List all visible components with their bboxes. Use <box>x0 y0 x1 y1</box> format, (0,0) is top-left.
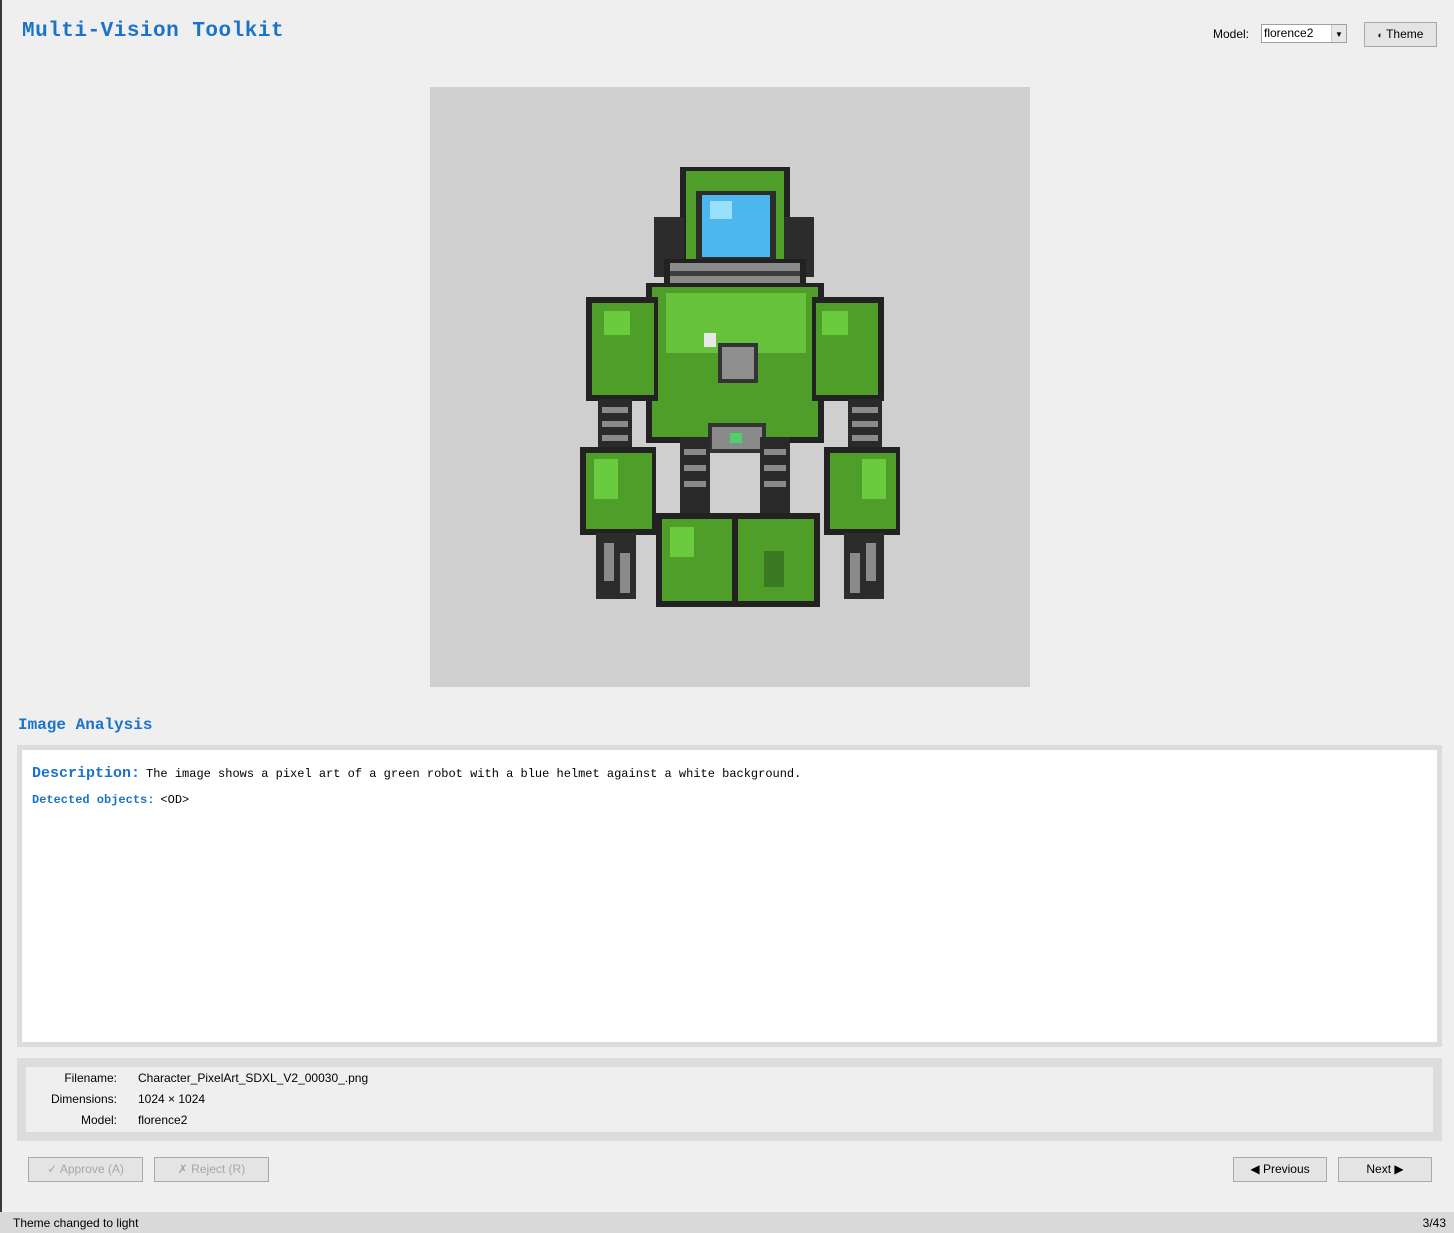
robot-image <box>580 167 900 607</box>
file-info-inner: Filename: Character_PixelArt_SDXL_V2_000… <box>26 1067 1433 1132</box>
description-text: The image shows a pixel art of a green r… <box>146 767 802 781</box>
next-button[interactable]: Next ▶ <box>1338 1157 1432 1182</box>
detected-objects-label: Detected objects: <box>32 793 155 807</box>
filename-row: Filename: Character_PixelArt_SDXL_V2_000… <box>26 1071 1433 1089</box>
analysis-panel: Description: The image shows a pixel art … <box>17 745 1442 1047</box>
status-message: Theme changed to light <box>13 1216 139 1230</box>
app-title: Multi-Vision Toolkit <box>22 20 285 43</box>
previous-button[interactable]: ◀ Previous <box>1233 1157 1327 1182</box>
status-bar: Theme changed to light 3/43 <box>0 1212 1454 1233</box>
image-preview <box>430 87 1030 687</box>
filename-value: Character_PixelArt_SDXL_V2_00030_.png <box>138 1071 369 1085</box>
detected-objects-text: <OD> <box>160 793 190 807</box>
analysis-text-area[interactable]: Description: The image shows a pixel art … <box>22 750 1437 1042</box>
moon-icon: ◐ <box>1377 30 1383 40</box>
approve-button[interactable]: ✓ Approve (A) <box>28 1157 143 1182</box>
filename-label: Filename: <box>64 1071 117 1085</box>
description-line: Description: The image shows a pixel art … <box>32 765 801 782</box>
model-select-value: florence2 <box>1264 26 1314 40</box>
image-analysis-title: Image Analysis <box>18 716 153 734</box>
dimensions-row: Dimensions: 1024 × 1024 <box>26 1092 1433 1110</box>
reject-button[interactable]: ✗ Reject (R) <box>154 1157 269 1182</box>
model-info-value: florence2 <box>138 1113 188 1127</box>
window-edge <box>0 0 2 1233</box>
model-info-label: Model: <box>80 1113 117 1127</box>
detected-objects-line: Detected objects: <OD> <box>32 793 189 807</box>
dimensions-label: Dimensions: <box>50 1092 117 1106</box>
description-label: Description: <box>32 765 141 782</box>
model-select[interactable]: florence2 ▼ <box>1261 24 1347 43</box>
model-label: Model: <box>1213 27 1250 41</box>
chevron-down-icon[interactable]: ▼ <box>1331 25 1346 42</box>
file-info-panel: Filename: Character_PixelArt_SDXL_V2_000… <box>17 1058 1442 1141</box>
theme-button-label: Theme <box>1386 27 1424 41</box>
image-counter: 3/43 <box>1422 1216 1446 1230</box>
theme-button[interactable]: ◐ Theme <box>1364 22 1437 47</box>
dimensions-value: 1024 × 1024 <box>138 1092 206 1106</box>
model-row: Model: florence2 <box>26 1113 1433 1131</box>
